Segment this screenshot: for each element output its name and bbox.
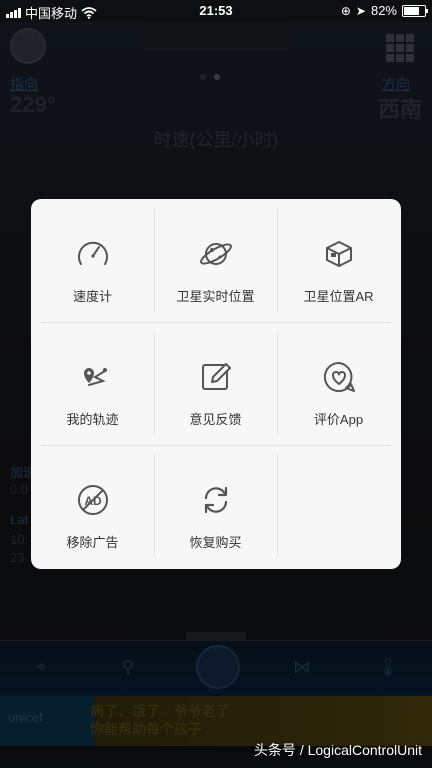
menu-item-label: 移除广告 [66,535,119,550]
menu-item-satellite-ar[interactable]: 卫星位置AR [277,199,400,322]
battery-icon [402,4,428,17]
battery-fill [404,6,419,15]
menu-item-label: 卫星实时位置 [176,289,255,304]
menu-item-label: 卫星位置AR [303,289,374,304]
ar-cube-icon [325,241,352,267]
menu-item-my-track[interactable]: 我的轨迹 [31,322,154,445]
track-route-icon [83,367,107,386]
battery-percent: 82% [370,3,397,18]
menu-item-speedometer[interactable]: 速度计 [31,199,154,322]
feedback-edit-icon [201,363,231,390]
status-bar: 中国移动 21:53 ⊕ ➤ 82% [0,0,432,22]
satellite-planet-icon [199,243,232,265]
menu-item-restore-purchase[interactable]: 恢复购买 [154,445,277,568]
watermark: 头条号 / LogicalControlUnit [253,742,422,758]
menu-item-satellite-live[interactable]: 卫星实时位置 [154,199,277,322]
location-arrow-icon: ➤ [355,3,366,18]
menu-item-rate-app[interactable]: 评价App [277,322,400,445]
speedometer-icon [77,241,108,265]
menu-item-label: 评价App [313,412,364,427]
rotation-lock-icon: ⊕ [340,3,351,18]
menu-item-feedback[interactable]: 意见反馈 [154,322,277,445]
restore-purchase-icon [204,486,227,514]
menu-item-label: 我的轨迹 [66,412,119,427]
menu-item-label: 恢复购买 [189,535,242,550]
menu-item-label: 意见反馈 [189,412,242,427]
menu-item-label: 速度计 [72,289,112,304]
action-menu: 速度计 卫星实时位置 卫星位置AR 我的轨迹 意见反馈 评价App AD 移除广… [31,199,401,569]
remove-ad-icon: AD [77,485,108,515]
menu-item-remove-ads[interactable]: AD 移除广告 [31,445,154,568]
status-right: ⊕ ➤ 82% [340,3,428,18]
rate-heart-icon [323,361,355,392]
svg-text:AD: AD [84,494,102,508]
